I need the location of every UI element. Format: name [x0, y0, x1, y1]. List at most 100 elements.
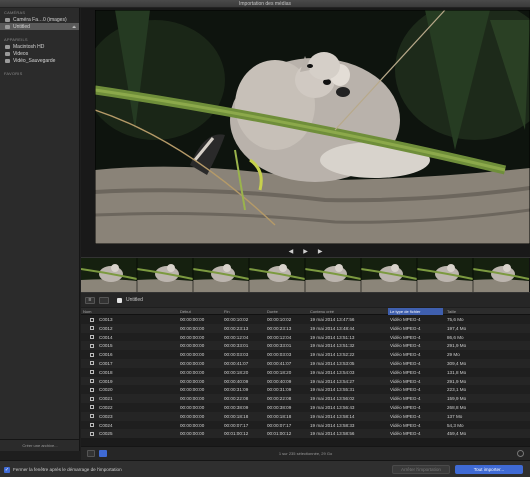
- clip-created: 19 mai 2014 13:54:03: [310, 369, 355, 375]
- clip-file-type: Vidéo MPEG-4: [390, 396, 421, 402]
- browser-toolbar: ≡ Untitled: [81, 293, 530, 307]
- sidebar: CAMÉRAS Caméra Fa…0 (images) Untitled ⏏ …: [0, 8, 80, 451]
- clip-size: 131,8 Mo: [447, 369, 467, 375]
- clip-duration: 00:00:18:18: [267, 413, 292, 419]
- sidebar-item-video-backup[interactable]: Vidéo_Sauvegarde: [0, 57, 79, 64]
- table-row[interactable]: C0013 00:00:00:00 00:00:10:02 00:00:10:02 19…: [81, 315, 530, 324]
- table-row[interactable]: C0015 00:00:00:00 00:00:33:01 00:00:33:01 19…: [81, 341, 530, 351]
- sidebar-heading: APPAREILS: [4, 37, 28, 42]
- sort-menu-button[interactable]: [99, 296, 109, 304]
- sidebar-item-label: Videos: [13, 50, 29, 57]
- window-title: Importation des médias: [239, 1, 291, 7]
- column-header-size[interactable]: Taille: [447, 309, 456, 314]
- clip-end: 00:00:03:03: [224, 352, 249, 358]
- table-row[interactable]: C0021 00:00:00:00 00:00:22:08 00:00:22:08 19…: [81, 394, 530, 403]
- table-row[interactable]: C0020 00:00:00:00 00:00:31:09 00:00:31:09 19…: [81, 385, 530, 395]
- column-header-duration[interactable]: Durée: [267, 309, 278, 314]
- video-viewer: ◀ ▶ ▶: [81, 8, 530, 257]
- clip-duration: 00:00:41:07: [267, 360, 292, 366]
- hard-drive-icon: [5, 44, 10, 49]
- table-row[interactable]: C0024 00:00:00:00 00:00:07:17 00:00:07:17 19…: [81, 420, 530, 430]
- column-header-file-type[interactable]: Le type de fichier: [388, 308, 443, 315]
- camera-icon: [5, 17, 10, 22]
- clip-size: 54,3 Mo: [447, 422, 464, 428]
- table-row[interactable]: C0016 00:00:00:00 00:00:03:03 00:00:03:03 19…: [81, 350, 530, 359]
- sidebar-item-label: Vidéo_Sauvegarde: [13, 57, 56, 64]
- column-header-name[interactable]: Nom: [83, 309, 91, 314]
- clip-file-icon: [90, 387, 94, 392]
- sidebar-item-camera[interactable]: Caméra Fa…0 (images): [0, 16, 79, 23]
- volume-checkbox[interactable]: [117, 297, 122, 303]
- table-row[interactable]: C0025 00:00:00:00 00:01:00:12 00:01:00:12 19…: [81, 429, 530, 439]
- table-row[interactable]: C0014 00:00:00:00 00:00:12:04 00:00:12:04 19…: [81, 332, 530, 342]
- clip-name: C0021: [99, 396, 113, 402]
- previous-frame-button[interactable]: ◀: [289, 248, 294, 255]
- clip-start: 00:00:00:00: [180, 378, 205, 384]
- column-header-start[interactable]: Début: [180, 309, 191, 314]
- clip-created: 19 mai 2014 13:53:05: [310, 360, 355, 366]
- sidebar-item-macintosh-hd[interactable]: Macintosh HD: [0, 43, 79, 50]
- clip-size: 291,9 Mo: [447, 343, 467, 349]
- clip-size: 86,6 Mo: [447, 334, 464, 340]
- clip-created: 19 mai 2014 13:51:13: [310, 334, 355, 340]
- clip-created: 19 mai 2014 13:47:56: [310, 317, 355, 322]
- clip-duration: 00:00:33:01: [267, 343, 292, 349]
- clip-created: 19 mai 2014 13:58:33: [310, 422, 355, 428]
- next-frame-button[interactable]: ▶: [318, 248, 323, 255]
- eject-icon[interactable]: ⏏: [72, 24, 76, 29]
- clip-name: C0018: [99, 369, 113, 375]
- sidebar-heading: FAVORIS: [4, 71, 23, 76]
- clip-duration: 00:00:10:02: [267, 317, 292, 322]
- clip-name: C0022: [99, 404, 113, 410]
- create-archive-button[interactable]: Créer une archive...: [0, 439, 80, 451]
- clip-end: 00:00:10:02: [224, 317, 249, 322]
- clip-file-type: Vidéo MPEG-4: [390, 422, 421, 428]
- clip-file-type: Vidéo MPEG-4: [390, 387, 421, 393]
- column-header-end[interactable]: Fin: [224, 309, 230, 314]
- sidebar-item-untitled[interactable]: Untitled ⏏: [0, 23, 79, 30]
- clip-end: 00:00:22:08: [224, 396, 249, 402]
- clip-file-icon: [90, 379, 94, 384]
- table-row[interactable]: C0017 00:00:00:00 00:00:41:07 00:00:41:07 19…: [81, 358, 530, 368]
- clip-size: 75,6 Mo: [447, 317, 464, 322]
- stop-import-button[interactable]: Arrêter l'importation: [392, 465, 450, 474]
- clip-size: 29 Mo: [447, 352, 460, 358]
- view-options-button[interactable]: ≡: [85, 296, 95, 304]
- volume-label: Untitled: [126, 297, 143, 303]
- clip-end: 00:01:00:12: [224, 431, 249, 437]
- column-header-created[interactable]: Contenu créé: [310, 309, 334, 314]
- clip-start: 00:00:00:00: [180, 343, 205, 349]
- sidebar-heading: CAMÉRAS: [4, 10, 26, 15]
- create-archive-label: Créer une archive...: [22, 443, 58, 448]
- clip-size: 159,9 Mo: [447, 396, 467, 402]
- table-row[interactable]: C0019 00:00:00:00 00:00:40:09 00:00:40:09 19…: [81, 376, 530, 386]
- sidebar-section-favorites: FAVORIS: [0, 69, 79, 77]
- clip-start: 00:00:00:00: [180, 404, 205, 410]
- clip-file-icon: [90, 343, 94, 348]
- clip-filmstrip[interactable]: [81, 257, 530, 293]
- clip-end: 00:00:41:07: [224, 360, 249, 366]
- clip-end: 00:00:18:20: [224, 369, 249, 375]
- clip-file-icon: [90, 431, 94, 436]
- clip-start: 00:00:00:00: [180, 317, 205, 322]
- table-row[interactable]: C0018 00:00:00:00 00:00:18:20 00:00:18:20 19…: [81, 367, 530, 377]
- close-window-checkbox[interactable]: ✓: [4, 467, 10, 473]
- table-row[interactable]: C0022 00:00:00:00 00:00:38:09 00:00:38:09 19…: [81, 402, 530, 412]
- clip-size: 291,9 Mo: [447, 378, 467, 384]
- filmstrip-thumbnails: [81, 258, 530, 292]
- clip-duration: 00:00:38:09: [267, 404, 292, 410]
- import-all-button[interactable]: Tout importer...: [455, 465, 523, 474]
- clip-end: 00:00:18:18: [224, 413, 249, 419]
- table-row[interactable]: C0023 00:00:00:00 00:00:18:18 00:00:18:18 19…: [81, 411, 530, 421]
- video-preview[interactable]: [95, 10, 530, 244]
- sidebar-section-cameras: CAMÉRAS Caméra Fa…0 (images) Untitled ⏏: [0, 8, 79, 30]
- play-button[interactable]: ▶: [303, 248, 308, 255]
- clip-duration: 00:00:31:09: [267, 387, 292, 393]
- gear-icon[interactable]: [517, 450, 524, 457]
- clip-created: 19 mai 2014 13:48:44: [310, 325, 355, 331]
- clip-created: 19 mai 2014 13:55:31: [310, 387, 355, 393]
- table-row[interactable]: C0012 00:00:00:00 00:00:23:13 00:00:23:13 19…: [81, 323, 530, 333]
- clip-file-type: Vidéo MPEG-4: [390, 352, 421, 358]
- sidebar-item-videos[interactable]: Videos: [0, 50, 79, 57]
- lemur-frame-image: [95, 10, 530, 244]
